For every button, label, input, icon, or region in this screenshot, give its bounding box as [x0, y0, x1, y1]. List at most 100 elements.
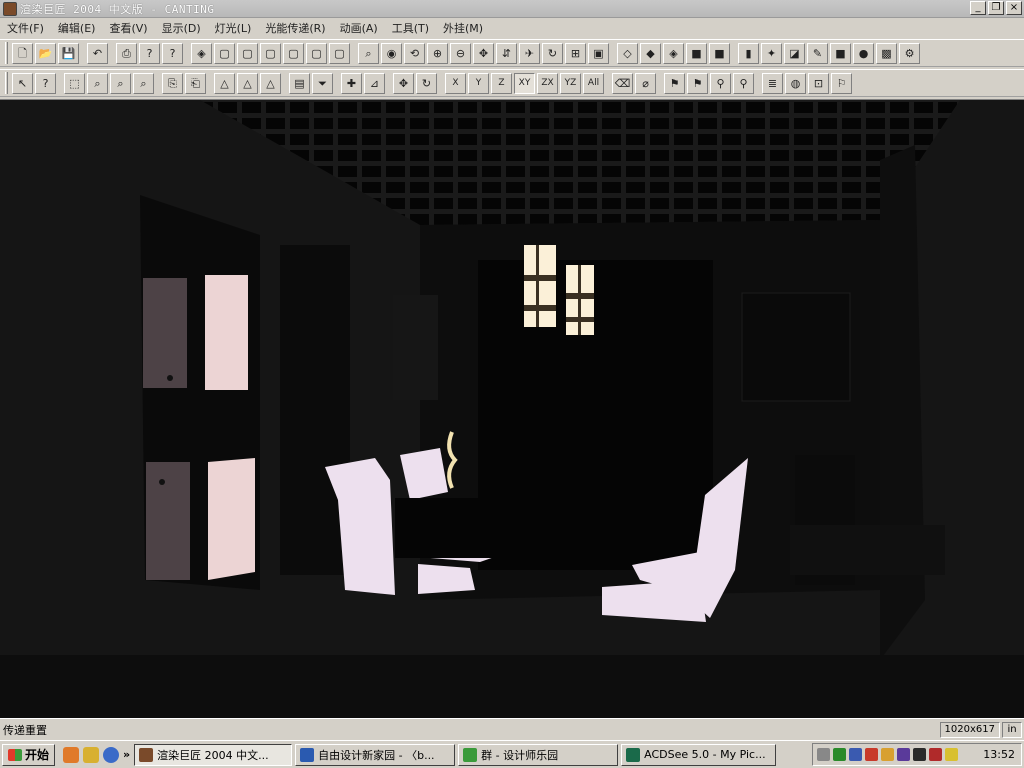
rotate-icon[interactable]: ↻ [542, 42, 563, 64]
snapshot-icon[interactable]: ▣ [588, 42, 609, 64]
shade-green-icon[interactable]: ■ [686, 42, 707, 64]
select-help-icon[interactable]: ? [35, 72, 56, 94]
paint-icon[interactable]: ⚐ [831, 72, 852, 94]
messenger-icon[interactable] [881, 748, 894, 761]
firefox-icon[interactable] [63, 746, 80, 763]
task-button[interactable]: 渲染巨匠 2004 中文... [134, 743, 293, 766]
yellow-swatch-icon[interactable]: ■ [830, 42, 851, 64]
copy-icon[interactable]: ⎘ [162, 72, 183, 94]
axis-x-icon[interactable]: X [445, 72, 466, 94]
select-disabled-2-icon[interactable]: ⌕ [133, 72, 154, 94]
paste-icon[interactable]: ⎗ [185, 72, 206, 94]
measure-icon[interactable]: ⊿ [364, 72, 385, 94]
minimize-button[interactable]: _ [970, 1, 986, 15]
menu-animation[interactable]: 动画(A) [333, 20, 385, 36]
axis-z-icon[interactable]: Z [491, 72, 512, 94]
pin-icon[interactable]: ⚲ [733, 72, 754, 94]
info-icon[interactable] [103, 746, 120, 763]
chart-tray-icon[interactable] [929, 748, 942, 761]
help-icon[interactable]: ? [139, 42, 160, 64]
undo-transform-icon[interactable]: ⌫ [612, 72, 633, 94]
sphere-icon[interactable]: ● [853, 42, 874, 64]
shade-smooth-icon[interactable]: ◈ [663, 42, 684, 64]
fly-icon[interactable]: ✈ [519, 42, 540, 64]
walker-icon[interactable]: ⚲ [710, 72, 731, 94]
media-icon[interactable] [897, 748, 910, 761]
texture-icon[interactable]: ▩ [876, 42, 897, 64]
lock-icon[interactable]: ⊡ [808, 72, 829, 94]
eye-icon[interactable]: ◉ [381, 42, 402, 64]
render-settings-icon[interactable]: ⚙ [899, 42, 920, 64]
close-button[interactable]: × [1006, 1, 1022, 15]
undo-icon[interactable]: ↶ [87, 42, 108, 64]
pen-tray-icon[interactable] [945, 748, 958, 761]
volume-icon[interactable] [913, 748, 926, 761]
light-icon[interactable]: ✦ [761, 42, 782, 64]
render-icon[interactable]: ◈ [191, 42, 212, 64]
open-icon[interactable]: 📂 [35, 42, 56, 64]
reset-icon[interactable]: ⌀ [635, 72, 656, 94]
taskbar-chevron[interactable]: » [123, 748, 130, 761]
triangle-1-icon[interactable]: △ [214, 72, 235, 94]
menu-plugins[interactable]: 外挂(M) [436, 20, 490, 36]
shade-wire-icon[interactable]: ◇ [617, 42, 638, 64]
plane-xy-icon[interactable]: XY [514, 72, 535, 94]
plane-all-icon[interactable]: All [583, 72, 604, 94]
layers-stack-icon[interactable]: ≣ [762, 72, 783, 94]
select-disabled-1-icon[interactable]: ⌕ [110, 72, 131, 94]
menu-file[interactable]: 文件(F) [0, 20, 51, 36]
move-icon[interactable]: ✥ [393, 72, 414, 94]
zoom-window-icon[interactable]: ⊞ [565, 42, 586, 64]
menu-display[interactable]: 显示(D) [155, 20, 208, 36]
menu-edit[interactable]: 编辑(E) [51, 20, 103, 36]
globe-icon[interactable]: ◍ [785, 72, 806, 94]
network-icon[interactable] [833, 748, 846, 761]
run-1-icon[interactable]: ⚑ [664, 72, 685, 94]
pan-icon[interactable]: ✥ [473, 42, 494, 64]
cube-view-1-icon[interactable]: ▢ [214, 42, 235, 64]
plane-zx-icon[interactable]: ZX [537, 72, 558, 94]
filter-icon[interactable]: ⏷ [312, 72, 333, 94]
run-2-icon[interactable]: ⚑ [687, 72, 708, 94]
shade-flat-icon[interactable]: ◆ [640, 42, 661, 64]
cube-view-3-icon[interactable]: ▢ [260, 42, 281, 64]
rotate-obj-icon[interactable]: ↻ [416, 72, 437, 94]
zoom-out-icon[interactable]: ⊖ [450, 42, 471, 64]
brush-icon[interactable]: ✎ [807, 42, 828, 64]
triangle-2-icon[interactable]: △ [237, 72, 258, 94]
new-icon[interactable]: 🗋 [12, 42, 33, 64]
cube-view-4-icon[interactable]: ▢ [283, 42, 304, 64]
camera-zoom-icon[interactable]: ⌕ [358, 42, 379, 64]
add-point-icon[interactable]: ✚ [341, 72, 362, 94]
task-button[interactable]: ACDSee 5.0 - My Pic... [621, 743, 777, 766]
cube-view-6-icon[interactable]: ▢ [329, 42, 350, 64]
render-viewport[interactable] [0, 99, 1024, 718]
select-window-icon[interactable]: ⬚ [64, 72, 85, 94]
triangle-3-icon[interactable]: △ [260, 72, 281, 94]
print-icon[interactable]: ⎙ [116, 42, 137, 64]
keyboard-icon[interactable] [817, 748, 830, 761]
select-icon[interactable]: ↖ [12, 72, 33, 94]
cube-view-5-icon[interactable]: ▢ [306, 42, 327, 64]
plane-yz-icon[interactable]: YZ [560, 72, 581, 94]
select-zoom-icon[interactable]: ⌕ [87, 72, 108, 94]
menu-tools[interactable]: 工具(T) [385, 20, 436, 36]
zoom-in-icon[interactable]: ⊕ [427, 42, 448, 64]
antivirus-icon[interactable] [865, 748, 878, 761]
menu-view[interactable]: 查看(V) [102, 20, 154, 36]
shade-solid-icon[interactable]: ■ [709, 42, 730, 64]
axis-y-icon[interactable]: Y [468, 72, 489, 94]
save-icon[interactable]: 💾 [58, 42, 79, 64]
cube-view-2-icon[interactable]: ▢ [237, 42, 258, 64]
monitor-icon[interactable] [849, 748, 862, 761]
orbit-icon[interactable]: ⟲ [404, 42, 425, 64]
material-icon[interactable]: ◪ [784, 42, 805, 64]
walk-icon[interactable]: ⇵ [496, 42, 517, 64]
start-button[interactable]: 开始 [2, 743, 56, 766]
context-help-icon[interactable]: ? [162, 42, 183, 64]
restore-button[interactable]: ❐ [988, 1, 1004, 15]
task-button[interactable]: 群 - 设计师乐园 [458, 743, 619, 766]
layer-icon[interactable]: ▤ [289, 72, 310, 94]
pencil-icon[interactable] [83, 746, 100, 763]
task-button[interactable]: 自由设计新家园 - 〈b... [295, 743, 456, 766]
